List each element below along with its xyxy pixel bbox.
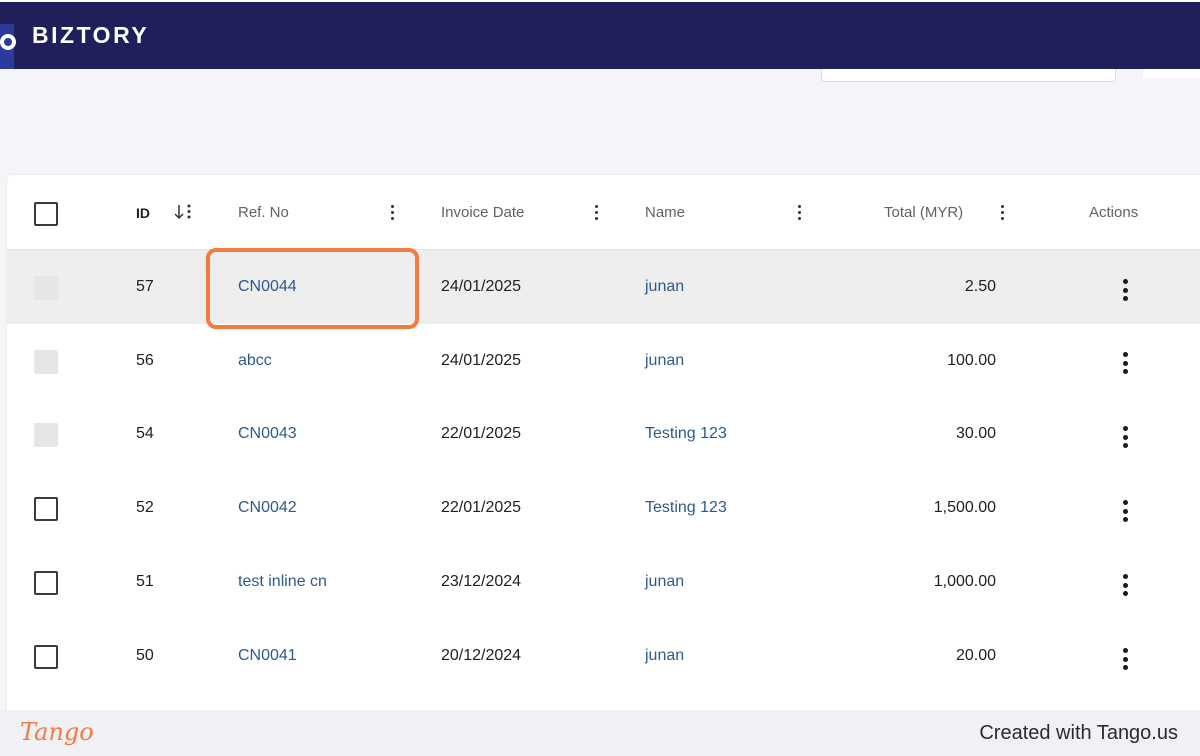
- row-total: 30.00: [955, 425, 996, 442]
- table-header: ID Ref. No Invoice Date Name Total (MYR)…: [7, 175, 1200, 250]
- column-header-id[interactable]: ID: [136, 205, 150, 221]
- row-ref-no-link[interactable]: CN0041: [238, 647, 297, 665]
- row-ref-no-link[interactable]: abcc: [238, 352, 272, 370]
- row-invoice-date: 20/12/2024: [441, 647, 522, 664]
- row-ref-no-link[interactable]: CN0043: [238, 425, 297, 443]
- ref-no-column-menu-icon[interactable]: [391, 205, 394, 220]
- row-checkbox: [34, 276, 58, 300]
- column-header-name[interactable]: Name: [645, 204, 685, 221]
- row-actions-menu-icon[interactable]: [1123, 648, 1128, 670]
- row-actions-menu-icon[interactable]: [1123, 352, 1128, 374]
- highlight-annotation: [206, 248, 419, 329]
- row-invoice-date: 24/01/2025: [441, 352, 522, 369]
- sort-descending-icon[interactable]: [173, 203, 193, 221]
- search-input[interactable]: [821, 69, 1116, 82]
- invoice-date-column-menu-icon[interactable]: [595, 205, 598, 220]
- total-column-menu-icon[interactable]: [1001, 205, 1004, 220]
- row-total: 1,000.00: [933, 573, 996, 590]
- top-navigation-bar: BIZTORY: [0, 0, 1200, 70]
- column-header-invoice-date[interactable]: Invoice Date: [441, 204, 524, 221]
- row-name-link[interactable]: junan: [645, 352, 684, 370]
- table-row[interactable]: 57 CN0044 24/01/2025 junan 2.50: [7, 250, 1200, 324]
- table-row[interactable]: 52 CN0042 22/01/2025 Testing 123 1,500.0…: [7, 471, 1200, 545]
- row-id: 52: [136, 499, 154, 516]
- row-checkbox[interactable]: [34, 645, 58, 669]
- row-total: 1,500.00: [933, 499, 996, 516]
- tango-logo: Tango: [20, 718, 94, 746]
- row-name-link[interactable]: junan: [645, 573, 684, 591]
- row-actions-menu-icon[interactable]: [1123, 279, 1128, 301]
- credit-notes-table: ID Ref. No Invoice Date Name Total (MYR)…: [7, 175, 1200, 710]
- name-column-menu-icon[interactable]: [798, 205, 801, 220]
- app-logo-text[interactable]: BIZTORY: [32, 22, 149, 49]
- row-checkbox[interactable]: [34, 571, 58, 595]
- toolbar-control[interactable]: [1143, 69, 1200, 78]
- row-actions-menu-icon[interactable]: [1123, 574, 1128, 596]
- row-name-link[interactable]: Testing 123: [645, 425, 727, 443]
- table-row[interactable]: 56 abcc 24/01/2025 junan 100.00: [7, 324, 1200, 398]
- row-name-link[interactable]: junan: [645, 647, 684, 665]
- table-row[interactable]: 54 CN0043 22/01/2025 Testing 123 30.00: [7, 397, 1200, 471]
- row-id: 57: [136, 278, 154, 295]
- tango-credit-text: Created with Tango.us: [979, 722, 1178, 744]
- column-header-ref-no[interactable]: Ref. No: [238, 204, 289, 221]
- row-invoice-date: 24/01/2025: [441, 278, 522, 295]
- tango-footer: Tango Created with Tango.us: [0, 710, 1200, 756]
- row-ref-no-link[interactable]: CN0042: [238, 499, 297, 517]
- row-checkbox[interactable]: [34, 497, 58, 521]
- row-id: 50: [136, 647, 154, 664]
- row-invoice-date: 22/01/2025: [441, 425, 522, 442]
- row-id: 54: [136, 425, 154, 442]
- column-header-actions: Actions: [1089, 204, 1139, 221]
- row-actions-menu-icon[interactable]: [1123, 500, 1128, 522]
- row-invoice-date: 22/01/2025: [441, 499, 522, 516]
- row-actions-menu-icon[interactable]: [1123, 426, 1128, 448]
- select-all-checkbox[interactable]: [34, 202, 58, 226]
- column-header-total[interactable]: Total (MYR): [884, 204, 963, 221]
- row-checkbox: [34, 350, 58, 374]
- table-row[interactable]: 50 CN0041 20/12/2024 junan 20.00: [7, 619, 1200, 693]
- row-total: 100.00: [947, 352, 996, 369]
- row-ref-no-link[interactable]: test inline cn: [238, 573, 327, 591]
- row-name-link[interactable]: Testing 123: [645, 499, 727, 517]
- row-invoice-date: 23/12/2024: [441, 573, 522, 590]
- row-total: 2.50: [964, 278, 996, 295]
- row-id: 51: [136, 573, 154, 590]
- biztory-logo-icon: [0, 24, 16, 70]
- row-name-link[interactable]: junan: [645, 278, 684, 296]
- row-total: 20.00: [955, 647, 996, 664]
- row-checkbox: [34, 423, 58, 447]
- row-id: 56: [136, 352, 154, 369]
- table-row[interactable]: 51 test inline cn 23/12/2024 junan 1,000…: [7, 545, 1200, 619]
